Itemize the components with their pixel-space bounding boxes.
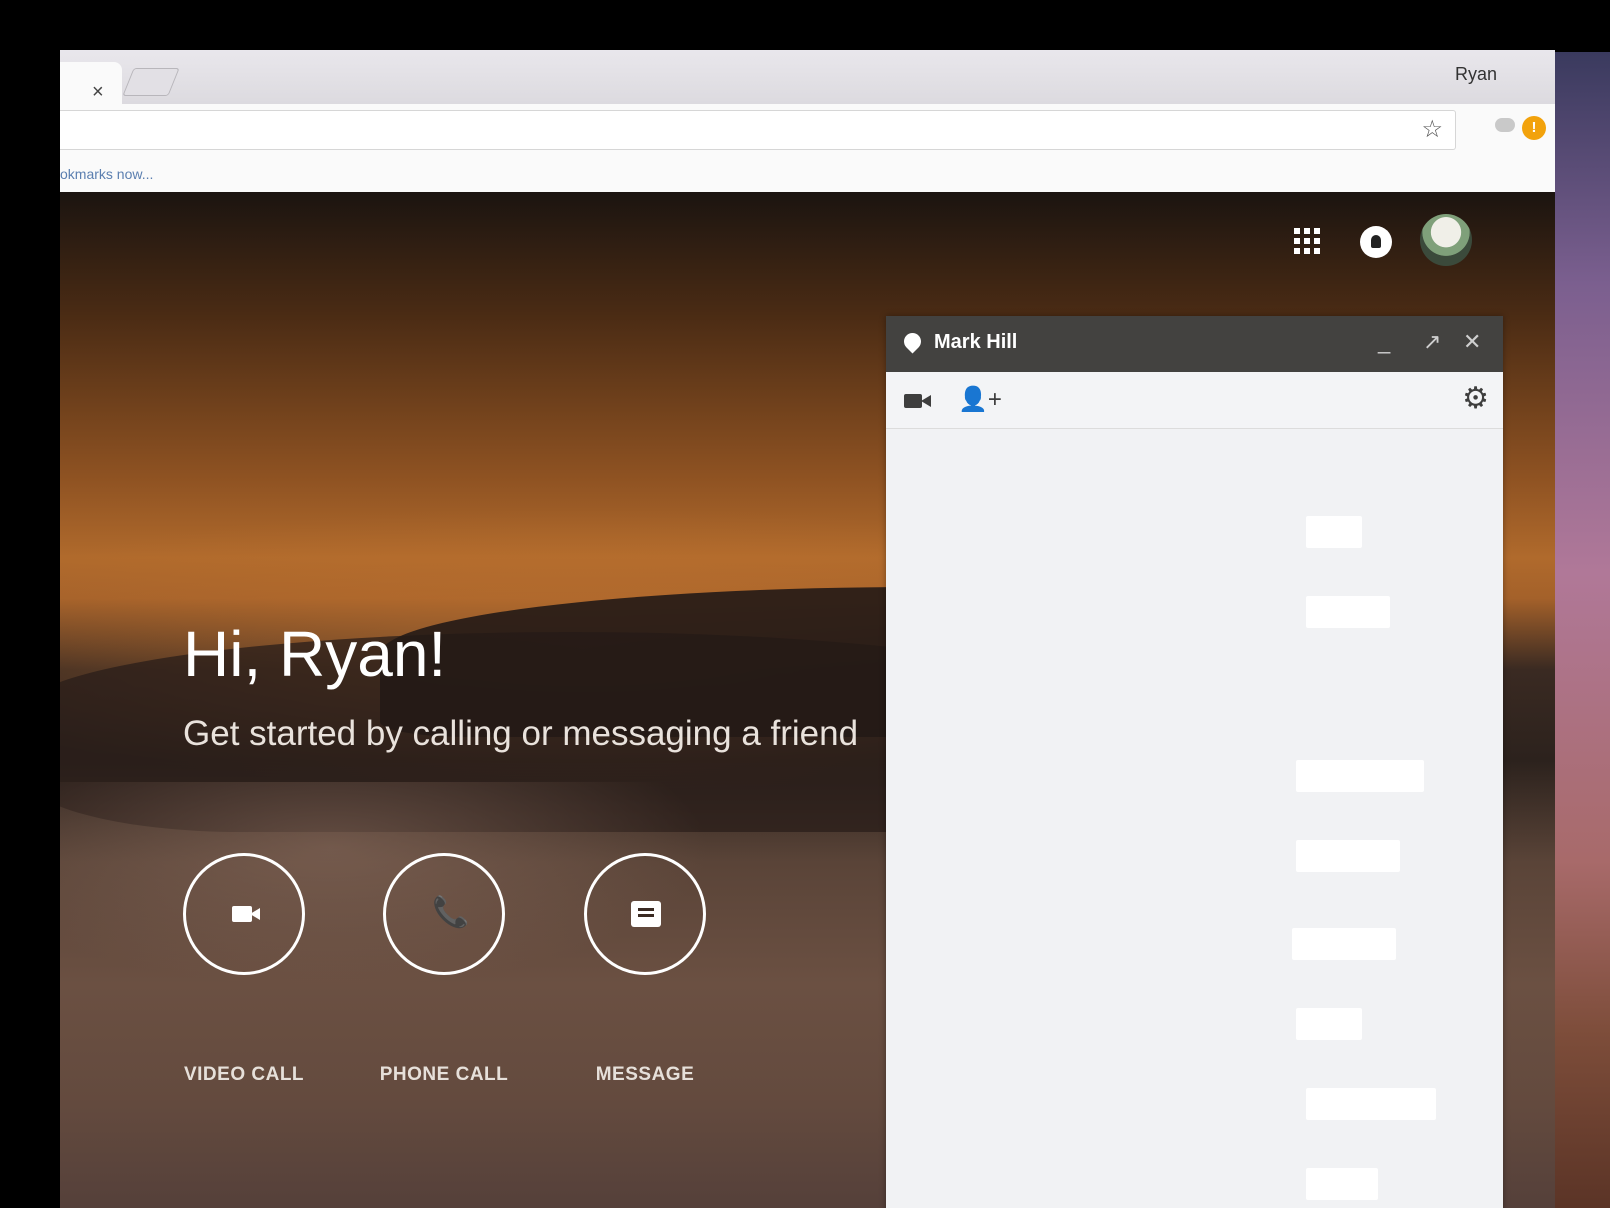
notifications-icon[interactable] <box>1360 226 1392 258</box>
popout-icon[interactable]: ↗ <box>1423 330 1441 354</box>
message-bubble <box>1296 760 1424 792</box>
phone-call-button[interactable]: 📞 <box>383 853 505 975</box>
apps-grid-icon[interactable] <box>1294 228 1320 254</box>
message-label[interactable]: MESSAGE <box>555 1064 735 1086</box>
message-button[interactable] <box>584 853 706 975</box>
hangouts-page: Hi, Ryan! Get started by calling or mess… <box>60 192 1555 1208</box>
greeting-subtitle: Get started by calling or messaging a fr… <box>183 714 859 753</box>
chat-window: Mark Hill _ ↗ ✕ 👤+ ⚙ <box>886 316 1503 1208</box>
message-bubble <box>1306 1088 1436 1120</box>
tab-close-icon[interactable]: × <box>92 82 104 102</box>
phone-icon: 📞 <box>432 896 470 929</box>
avatar[interactable] <box>1420 214 1472 266</box>
message-bubble <box>1306 516 1362 548</box>
bookmarks-bar: okmarks now... <box>60 154 1555 193</box>
message-icon <box>631 901 661 927</box>
video-camera-icon[interactable] <box>904 394 931 408</box>
phone-call-label[interactable]: PHONE CALL <box>354 1064 534 1086</box>
minimize-icon[interactable]: _ <box>1378 330 1390 354</box>
greeting-title: Hi, Ryan! <box>183 618 447 690</box>
message-bubble <box>1306 596 1390 628</box>
browser-window: × Ryan ☆ ! okmarks now... Hi, Ryan! Get … <box>60 50 1555 1208</box>
chat-toolbar: 👤+ ⚙ <box>886 372 1503 429</box>
bookmarks-prompt-link[interactable]: okmarks now... <box>60 166 153 182</box>
bookmark-star-icon[interactable]: ☆ <box>1421 115 1443 144</box>
alert-extension-icon[interactable]: ! <box>1522 116 1546 140</box>
message-bubble <box>1306 1168 1378 1200</box>
cloud-extension-icon[interactable] <box>1495 118 1515 132</box>
close-icon[interactable]: ✕ <box>1463 330 1481 354</box>
message-bubble <box>1296 840 1400 872</box>
active-tab[interactable]: × <box>60 62 122 104</box>
video-call-button[interactable] <box>183 853 305 975</box>
gear-icon[interactable]: ⚙ <box>1462 382 1489 416</box>
profile-name[interactable]: Ryan <box>1455 64 1497 85</box>
message-bubble <box>1292 928 1396 960</box>
chat-contact-name: Mark Hill <box>934 331 1018 353</box>
add-person-icon[interactable]: 👤+ <box>958 386 1002 414</box>
video-camera-icon <box>232 906 252 922</box>
chat-header[interactable]: Mark Hill _ ↗ ✕ <box>886 316 1503 372</box>
video-call-label[interactable]: VIDEO CALL <box>154 1064 334 1086</box>
desktop-wallpaper <box>1555 52 1610 1208</box>
message-bubble <box>1296 1008 1362 1040</box>
address-bar[interactable]: ☆ <box>60 110 1456 150</box>
tab-strip: × Ryan <box>60 50 1555 104</box>
hangouts-pin-icon <box>900 329 925 354</box>
new-tab-button[interactable] <box>122 68 180 96</box>
browser-toolbar: ☆ ! <box>60 104 1555 154</box>
